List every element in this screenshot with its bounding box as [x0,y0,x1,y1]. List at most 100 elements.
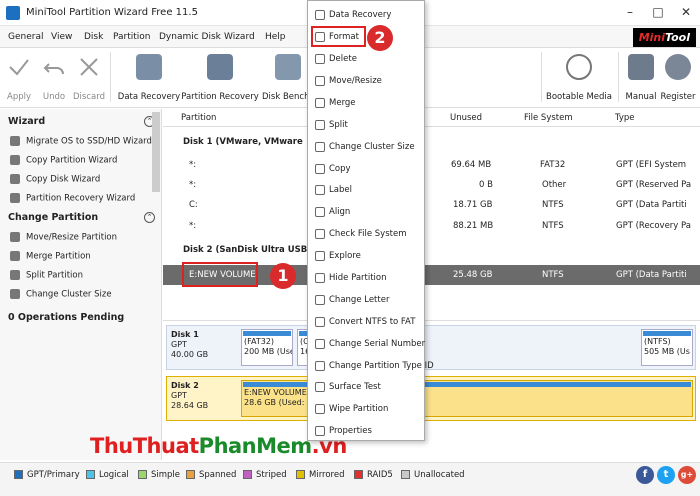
menu-item-convert-ntfs-to-fat[interactable]: Convert NTFS to FAT [308,312,424,332]
menu-item-move-resize[interactable]: Move/Resize [308,71,424,91]
menu-item-check-file-system[interactable]: Check File System [308,224,424,244]
legend-gpt-primary: GPT/Primary [14,470,80,480]
table-row[interactable]: *: 69.64 MB FAT32 GPT (EFI System [163,156,700,175]
legend-spanned: Spanned [186,470,236,480]
partition-block[interactable]: (FAT32) 200 MB (Use [241,329,293,366]
hide-icon [315,273,325,283]
sidebar-item-copy-partition[interactable]: Copy Partition Wizard [10,155,117,166]
menu-item-properties[interactable]: Properties [308,421,424,441]
menu-wizard[interactable]: Wizard [224,32,255,42]
partition-block[interactable]: (NTFS) 505 MB (Us [641,329,693,366]
sidebar-item-move-resize[interactable]: Move/Resize Partition [10,232,117,243]
disk2-card[interactable]: Disk 2 GPT 28.64 GB E:NEW VOLUME 28.6 GB (U… [166,376,696,421]
maximize-icon[interactable]: □ [648,3,668,21]
move-resize-icon [315,76,325,86]
menu-general[interactable]: General [8,32,43,42]
sidebar-item-merge[interactable]: Merge Partition [10,251,91,262]
menu-item-delete[interactable]: Delete [308,49,424,69]
table-row[interactable]: *: 0 B Other GPT (Reserved Pa [163,176,700,195]
sidebar-heading-wizard: Wizard [8,116,46,127]
undo-icon [41,54,67,80]
disc-icon [566,54,592,80]
label-icon [315,185,325,195]
minitool-logo: MiniTool [632,28,696,47]
col-file-system[interactable]: File System [524,113,573,123]
twitter-icon[interactable]: t [657,466,675,484]
copy-partition-icon [10,155,20,165]
menu-item-align[interactable]: Align [308,202,424,222]
menu-item-change-serial-number[interactable]: Change Serial Number [308,334,425,354]
letter-icon [315,295,325,305]
close-icon[interactable]: ✕ [676,3,696,21]
table-header: Partition Unused File System Type [163,109,700,127]
google-plus-icon[interactable]: g+ [678,466,696,484]
sidebar-scrollbar[interactable] [152,112,160,192]
menu-item-split[interactable]: Split [308,115,424,135]
partition-recovery-button[interactable]: Partition Recovery [181,54,259,102]
sidebar-item-cluster-size[interactable]: Change Cluster Size [10,289,112,300]
minimize-icon[interactable]: – [620,3,640,21]
menu-item-wipe-partition[interactable]: Wipe Partition [308,399,424,419]
highlight-box [311,26,366,47]
menu-item-change-cluster-size[interactable]: Change Cluster Size [308,137,424,157]
collapse-icon[interactable]: ⌃ [144,212,155,223]
operations-pending: 0 Operations Pending [8,312,125,323]
menu-item-label[interactable]: Label [308,180,424,200]
sidebar-item-migrate-os[interactable]: Migrate OS to SSD/HD Wizard [10,136,152,147]
menu-item-change-letter[interactable]: Change Letter [308,290,424,310]
menu-partition[interactable]: Partition [113,32,151,42]
menu-help[interactable]: Help [265,32,286,42]
menu-item-format[interactable]: Format [308,26,424,47]
disk-row[interactable]: Disk 2 (SanDisk Ultra USB [163,241,700,260]
sidebar-item-partition-recovery[interactable]: Partition Recovery Wizard [10,193,135,204]
menu-view[interactable]: View [51,32,72,42]
legend-unallocated: Unallocated [401,470,465,480]
menu-item-hide-partition[interactable]: Hide Partition [308,268,424,288]
menu-item-change-partition-type-id[interactable]: Change Partition Type ID [308,356,434,376]
discard-button[interactable]: Discard [73,54,105,102]
menu-item-explore[interactable]: Explore [308,246,424,266]
legend-raid5: RAID5 [354,470,393,480]
checkmark-icon [6,54,32,80]
properties-icon [315,426,325,436]
menu-item-data-recovery[interactable]: Data Recovery [308,5,424,25]
register-button[interactable]: Register [661,54,696,102]
menu-dynamic-disk[interactable]: Dynamic Disk [159,32,221,42]
serial-icon [315,339,325,349]
menu-item-surface-test[interactable]: Surface Test [308,377,424,397]
manual-button[interactable]: Manual [626,54,656,102]
wipe-icon [315,404,325,414]
partition-recovery-icon [207,54,233,80]
window-title: MiniTool Partition Wizard Free 11.5 [26,7,198,18]
legend-logical: Logical [86,470,129,480]
step-badge-2: 2 [367,25,393,51]
apply-button[interactable]: Apply [6,54,32,102]
col-type[interactable]: Type [615,113,635,123]
menu-disk[interactable]: Disk [84,32,103,42]
data-recovery-button[interactable]: Data Recovery [118,54,180,102]
table-row[interactable]: *: 88.21 MB NTFS GPT (Recovery Pa [163,217,700,236]
sidebar-item-copy-disk[interactable]: Copy Disk Wizard [10,174,100,185]
recovery-icon [10,193,20,203]
disk-row[interactable]: Disk 1 (VMware, VMware [163,133,700,152]
split-icon [10,270,20,280]
disk2-label: Disk 2 (SanDisk Ultra USB [183,245,308,255]
book-icon [628,54,654,80]
legend-mirrored: Mirrored [296,470,344,480]
menu-item-merge[interactable]: Merge [308,93,424,113]
table-row[interactable]: C: 18.71 GB NTFS GPT (Data Partiti [163,196,700,215]
step-badge-1: 1 [270,263,296,289]
undo-button[interactable]: Undo [41,54,67,102]
migrate-icon [10,136,20,146]
disk1-label: Disk 1 (VMware, VMware [183,137,303,147]
legend-simple: Simple [138,470,180,480]
menu-item-copy[interactable]: Copy [308,159,424,179]
sidebar-item-split[interactable]: Split Partition [10,270,83,281]
disk-benchmark-button[interactable]: Disk Benchm [262,54,318,102]
app-icon [6,6,20,20]
bootable-media-button[interactable]: Bootable Media [546,54,612,102]
facebook-icon[interactable]: f [636,466,654,484]
col-unused[interactable]: Unused [450,113,482,123]
col-partition[interactable]: Partition [181,113,216,123]
move-resize-icon [10,232,20,242]
